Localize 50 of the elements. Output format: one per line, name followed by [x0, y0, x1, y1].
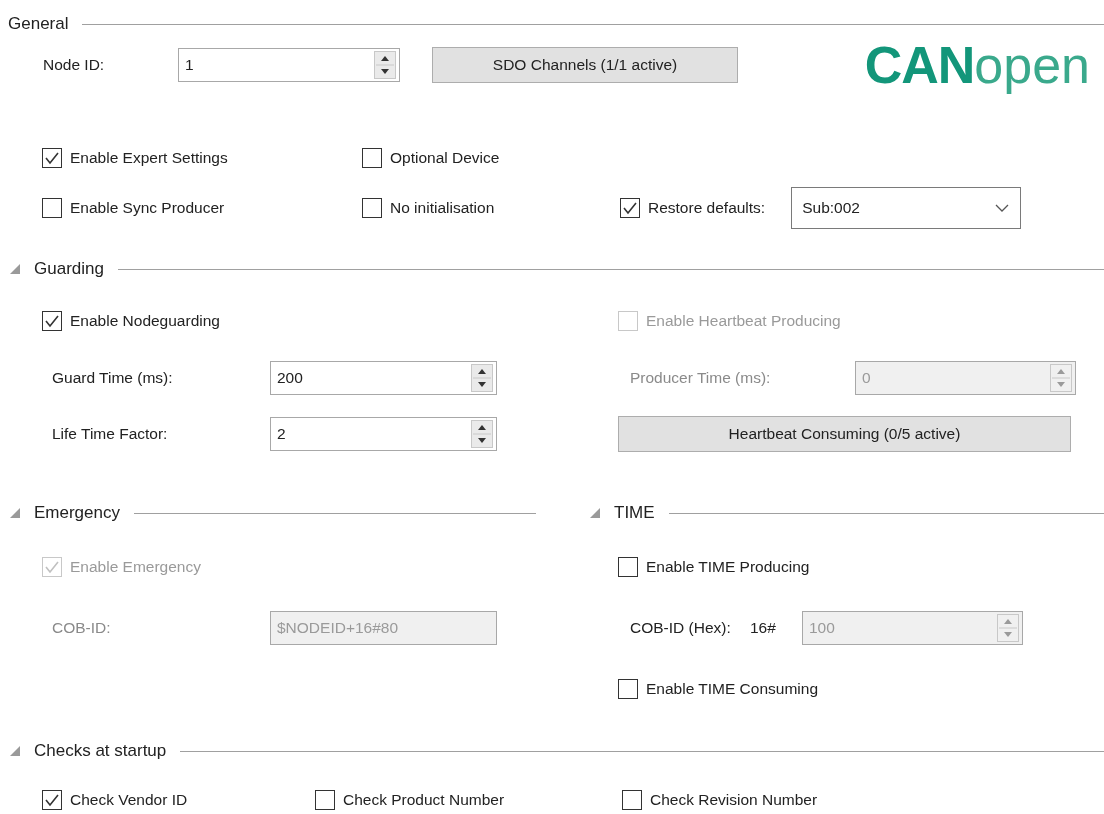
chevron-down-icon	[994, 203, 1011, 213]
checkbox-label: Enable TIME Producing	[646, 557, 810, 578]
spin-arrows-icon[interactable]	[374, 51, 396, 79]
checkbox[interactable]	[362, 198, 382, 218]
checkbox-label: Enable Nodeguarding	[70, 311, 220, 332]
section-title: Checks at startup	[34, 740, 167, 763]
checkbox[interactable]	[622, 790, 642, 810]
number-field[interactable]: 1	[178, 48, 400, 82]
number-field[interactable]: 200	[270, 361, 497, 395]
dropdown[interactable]: Sub:002	[791, 187, 1022, 229]
section-title: Guarding	[34, 258, 104, 281]
checkbox[interactable]	[618, 679, 638, 699]
checkbox-label: Restore defaults:	[648, 198, 766, 219]
hex-prefix: 16#	[750, 618, 777, 639]
checkbox-label: Optional Device	[390, 148, 500, 169]
spin-arrows-icon[interactable]	[471, 420, 493, 448]
checkbox[interactable]	[42, 311, 62, 331]
section-title: TIME	[614, 502, 655, 525]
checkbox-label: Check Vendor ID	[70, 790, 188, 811]
checkbox[interactable]	[618, 557, 638, 577]
checkbox[interactable]	[362, 148, 382, 168]
checkbox-label: Enable TIME Consuming	[646, 679, 819, 700]
field-label: Life Time Factor:	[52, 424, 169, 445]
field-label: Guard Time (ms):	[52, 368, 174, 389]
checkbox-label: Enable Heartbeat Producing	[646, 311, 841, 332]
section-title: General	[8, 13, 69, 36]
collapse-arrow-icon[interactable]	[588, 506, 602, 520]
checkbox[interactable]	[42, 790, 62, 810]
checkbox[interactable]	[42, 148, 62, 168]
spin-arrows-icon[interactable]	[471, 364, 493, 392]
checkbox-label: Enable Emergency	[70, 557, 201, 578]
collapse-arrow-icon[interactable]	[8, 262, 22, 276]
field-label: COB-ID:	[52, 618, 112, 639]
checkbox-label: Check Product Number	[343, 790, 505, 811]
field-label: Producer Time (ms):	[630, 368, 772, 389]
checkbox-label: No initialisation	[390, 198, 495, 219]
sdo-channels-button[interactable]: SDO Channels (1/1 active)	[432, 47, 738, 83]
field-label: COB-ID (Hex):	[630, 618, 732, 639]
section-title: Emergency	[34, 502, 120, 525]
heartbeat-consuming-button[interactable]: Heartbeat Consuming (0/5 active)	[618, 416, 1071, 452]
checkbox-label: Enable Expert Settings	[70, 148, 228, 169]
number-field[interactable]: 2	[270, 417, 497, 451]
checkbox-label: Check Revision Number	[650, 790, 818, 811]
checkbox[interactable]	[315, 790, 335, 810]
checkbox[interactable]	[42, 198, 62, 218]
checkbox[interactable]	[620, 198, 640, 218]
field-label: Node ID:	[43, 55, 106, 76]
collapse-arrow-icon[interactable]	[8, 506, 22, 520]
collapse-arrow-icon[interactable]	[8, 744, 22, 758]
checkbox-label: Enable Sync Producer	[70, 198, 225, 219]
